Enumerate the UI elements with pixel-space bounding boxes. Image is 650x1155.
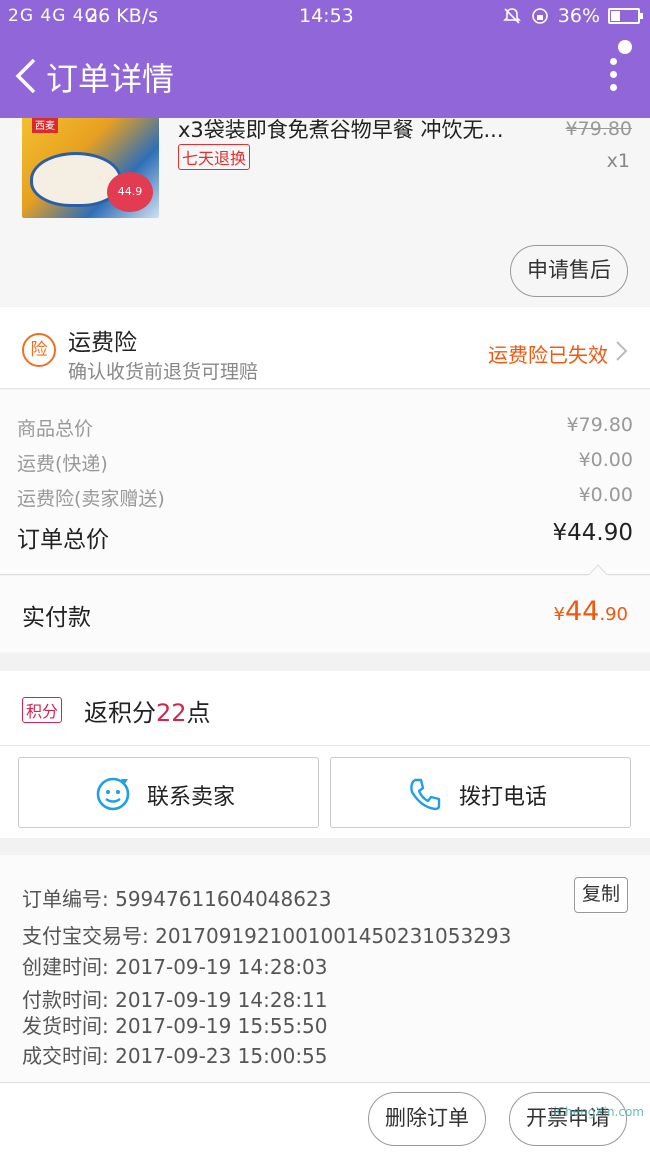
after-sale-button[interactable]: 申请售后 — [510, 245, 628, 297]
network-speed: 26 KB/s — [86, 5, 159, 27]
call-phone-label: 拨打电话 — [459, 785, 548, 810]
status-right: 36% — [502, 5, 643, 27]
status-bar: 2G 4G 4G 26 KB/s 14:53 36% — [0, 0, 650, 34]
contact-seller-label: 联系卖家 — [147, 785, 236, 810]
chat-icon — [96, 777, 130, 811]
contact-seller-button[interactable]: 联系卖家 — [18, 757, 319, 828]
price-breakdown: 商品总价 ¥79.80 运费(快递) ¥0.00 运费险(卖家赠送) ¥0.00… — [0, 390, 650, 575]
order-total-row: 订单总价 ¥44.90 — [17, 520, 633, 553]
shipped-time: 发货时间: 2017-09-19 15:55:50 — [22, 1014, 328, 1038]
paid-time: 付款时间: 2017-09-19 14:28:11 — [22, 988, 328, 1012]
actual-payment-row: 实付款 ¥44.90 — [0, 576, 650, 653]
battery-icon — [608, 8, 643, 24]
more-menu-icon[interactable] — [608, 58, 618, 98]
app-header: 订单详情 — [0, 34, 650, 118]
product-card[interactable]: 西麦 44.9 x3袋装即食免煮谷物早餐 冲饮无... 七天退换 ¥79.80 … — [0, 118, 650, 306]
delete-order-button[interactable]: 删除订单 — [368, 1092, 486, 1146]
price-row-shipping: 运费(快递) ¥0.00 — [17, 449, 633, 475]
back-icon[interactable] — [12, 56, 42, 96]
rotation-lock-icon — [531, 8, 548, 24]
original-price: ¥79.80 — [565, 118, 632, 140]
created-time: 创建时间: 2017-09-19 14:28:03 — [22, 955, 328, 979]
copy-button[interactable]: 复制 — [574, 877, 628, 913]
call-phone-button[interactable]: 拨打电话 — [330, 757, 631, 828]
points-text: 返积分22点 — [84, 699, 211, 727]
phone-icon — [410, 778, 441, 811]
shipping-insurance-row[interactable]: 险 运费险 确认收货前退货可理赔 运费险已失效 — [0, 307, 650, 389]
clock: 14:53 — [299, 5, 354, 27]
notification-dot — [618, 40, 632, 54]
product-quantity: x1 — [606, 150, 630, 172]
actual-payment-amount: ¥44.90 — [553, 596, 628, 627]
price-row-insurance: 运费险(卖家赠送) ¥0.00 — [17, 484, 633, 510]
actual-payment-label: 实付款 — [22, 605, 91, 631]
insurance-title: 运费险 — [68, 330, 137, 356]
points-badge: 积分 — [22, 697, 63, 723]
contact-actions: 联系卖家 拨打电话 — [0, 746, 650, 838]
caret-up-icon — [588, 564, 608, 576]
alipay-trade-number: 支付宝交易号: 2017091921001001450231053293 — [22, 924, 512, 948]
insurance-icon: 险 — [22, 333, 56, 367]
insurance-subtitle: 确认收货前退货可理赔 — [68, 361, 259, 383]
page-title: 订单详情 — [46, 60, 175, 98]
order-number: 订单编号: 59947611604048623 — [22, 887, 332, 911]
points-row: 积分 返积分22点 — [0, 671, 650, 746]
insurance-status: 运费险已失效 — [488, 343, 608, 367]
chevron-right-icon — [616, 341, 628, 361]
product-name: x3袋装即食免煮谷物早餐 冲饮无... — [178, 118, 504, 142]
mute-icon — [502, 8, 521, 24]
product-thumbnail[interactable]: 西麦 44.9 — [22, 118, 159, 218]
bottom-actions: 删除订单 开票申请 JiChengXin.com — [0, 1083, 650, 1155]
return-policy-tag: 七天退换 — [178, 144, 251, 170]
thumb-brand: 西麦 — [32, 118, 58, 133]
watermark: JiChengXin.com — [549, 1105, 644, 1119]
invoice-request-button[interactable]: 开票申请 — [509, 1092, 627, 1146]
completed-time: 成交时间: 2017-09-23 15:00:55 — [22, 1044, 328, 1068]
order-info: 订单编号: 59947611604048623 复制 支付宝交易号: 20170… — [0, 855, 650, 1083]
price-row-goods: 商品总价 ¥79.80 — [17, 414, 633, 440]
thumb-price: 44.9 — [107, 172, 153, 212]
battery-percent: 36% — [557, 5, 600, 27]
